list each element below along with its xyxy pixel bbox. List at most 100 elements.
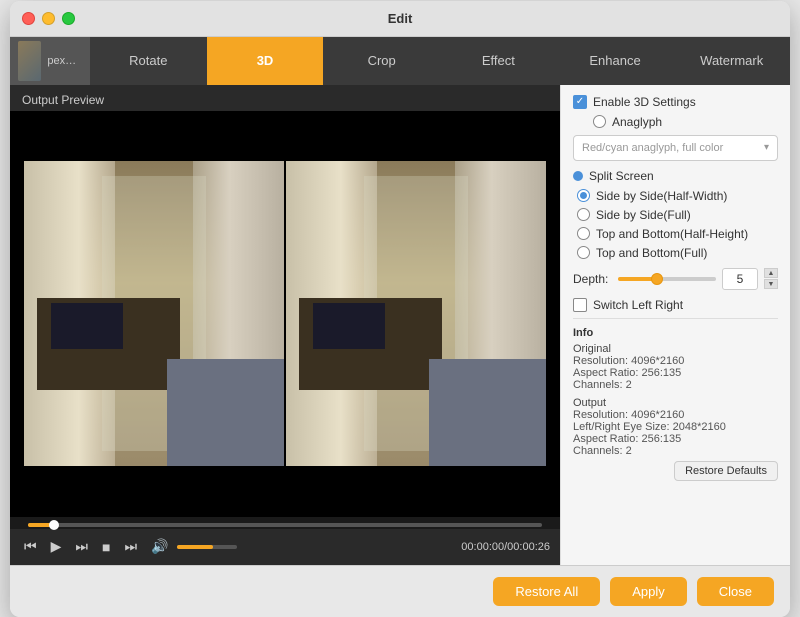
sofa-2 [429, 359, 546, 466]
tab-watermark[interactable]: Watermark [673, 37, 790, 85]
content-area: Output Preview [10, 85, 790, 565]
output-channels-line: Channels: 2 [573, 445, 778, 457]
volume-slider[interactable] [177, 545, 237, 549]
tab-rotate[interactable]: Rotate [90, 37, 207, 85]
video-area[interactable] [10, 111, 560, 517]
progress-thumb [49, 520, 59, 530]
close-window-button[interactable] [22, 12, 35, 25]
switch-left-right-label: Switch Left Right [593, 298, 683, 312]
radio-side-half-label: Side by Side(Half-Width) [596, 189, 727, 203]
output-resolution-line: Resolution: 4096*2160 [573, 409, 778, 421]
info-title: Info [573, 327, 778, 339]
output-eye-size-line: Left/Right Eye Size: 2048*2160 [573, 421, 778, 433]
tab-enhance[interactable]: Enhance [557, 37, 674, 85]
output-sub-label: Output [573, 397, 778, 409]
output-aspect-line: Aspect Ratio: 256:135 [573, 433, 778, 445]
tv-screen-2 [313, 303, 385, 349]
stop-button[interactable]: ■ [98, 537, 114, 557]
controls-bar: ⏮ ▶ ⏭ ■ ⏭ 🔊 00:00:00/00:00:26 [10, 529, 560, 565]
switch-left-right-row: Switch Left Right [573, 298, 778, 312]
radio-side-half[interactable] [577, 189, 590, 202]
sofa [167, 359, 284, 466]
tab-effect[interactable]: Effect [440, 37, 557, 85]
apply-button[interactable]: Apply [610, 577, 687, 606]
depth-value-display[interactable]: 5 [722, 268, 758, 290]
progress-bar[interactable] [28, 523, 542, 527]
main-window: Edit pexels-cot... Rotate 3D Crop Effect… [10, 1, 790, 617]
info-section: Info Original Resolution: 4096*2160 Aspe… [573, 327, 778, 457]
restore-all-button[interactable]: Restore All [493, 577, 600, 606]
settings-panel: Enable 3D Settings Anaglyph Red/cyan ana… [560, 85, 790, 565]
tv-screen [51, 303, 123, 349]
maximize-window-button[interactable] [62, 12, 75, 25]
window-title: Edit [388, 11, 413, 26]
minimize-window-button[interactable] [42, 12, 55, 25]
titlebar: Edit [10, 1, 790, 37]
depth-increment-button[interactable]: ▲ [764, 268, 778, 278]
anaglyph-dropdown-value: Red/cyan anaglyph, full color [582, 142, 723, 154]
room-scene-left [24, 161, 284, 466]
original-resolution-line: Resolution: 4096*2160 [573, 355, 778, 367]
radio-top-half[interactable] [577, 227, 590, 240]
original-sub-label: Original [573, 343, 778, 355]
radio-top-full-label: Top and Bottom(Full) [596, 246, 707, 260]
skip-end-button[interactable]: ⏭ [120, 536, 141, 557]
split-screen-section: Split Screen Side by Side(Half-Width) Si… [573, 169, 778, 260]
close-button[interactable]: Close [697, 577, 774, 606]
depth-slider-thumb [651, 273, 663, 285]
original-channels-line: Channels: 2 [573, 379, 778, 391]
tab-3d[interactable]: 3D [207, 37, 324, 85]
bottom-bar: Restore All Apply Close [10, 565, 790, 617]
toolbar: pexels-cot... Rotate 3D Crop Effect Enha… [10, 37, 790, 85]
section-divider-1 [573, 318, 778, 319]
option-top-bottom-half: Top and Bottom(Half-Height) [573, 227, 778, 241]
time-display: 00:00:00/00:00:26 [461, 541, 550, 553]
volume-area: 🔊 [147, 536, 236, 557]
enable-3d-label: Enable 3D Settings [593, 95, 696, 109]
tab-bar: Rotate 3D Crop Effect Enhance Watermark [90, 37, 790, 85]
output-preview-label: Output Preview [10, 85, 560, 111]
depth-slider[interactable] [618, 277, 716, 281]
depth-stepper: ▲ ▼ [764, 268, 778, 289]
preview-panel: Output Preview [10, 85, 560, 565]
file-thumbnail: pexels-cot... [10, 37, 90, 85]
depth-row: Depth: 5 ▲ ▼ [573, 268, 778, 290]
anaglyph-radio[interactable] [593, 115, 606, 128]
anaglyph-dropdown[interactable]: Red/cyan anaglyph, full color ▾ [573, 135, 778, 161]
enable-3d-row: Enable 3D Settings [573, 95, 778, 109]
original-aspect-line: Aspect Ratio: 256:135 [573, 367, 778, 379]
split-screen-header: Split Screen [573, 169, 778, 183]
anaglyph-row: Anaglyph [573, 115, 778, 129]
play-button[interactable]: ▶ [47, 536, 66, 557]
step-forward-button[interactable]: ⏭ [71, 536, 92, 557]
skip-start-button[interactable]: ⏮ [20, 536, 41, 557]
split-screen-indicator [573, 171, 583, 181]
dropdown-arrow-icon: ▾ [764, 142, 769, 153]
restore-defaults-button[interactable]: Restore Defaults [674, 461, 778, 481]
tv-unit-2 [299, 298, 442, 389]
thumbnail-image [18, 41, 41, 81]
split-screen-label: Split Screen [589, 169, 654, 183]
switch-left-right-checkbox[interactable] [573, 298, 587, 312]
split-screen-preview [24, 161, 547, 466]
tv-unit [37, 298, 180, 389]
radio-side-full-label: Side by Side(Full) [596, 208, 691, 222]
option-side-by-side-half: Side by Side(Half-Width) [573, 189, 778, 203]
split-frame-right [286, 161, 546, 466]
radio-top-half-label: Top and Bottom(Half-Height) [596, 227, 748, 241]
option-side-by-side-full: Side by Side(Full) [573, 208, 778, 222]
file-name-label: pexels-cot... [47, 55, 82, 67]
option-top-bottom-full: Top and Bottom(Full) [573, 246, 778, 260]
radio-side-full[interactable] [577, 208, 590, 221]
anaglyph-label: Anaglyph [612, 115, 662, 129]
room-scene-right [286, 161, 546, 466]
volume-icon[interactable]: 🔊 [147, 536, 172, 557]
volume-fill [177, 545, 213, 549]
tab-crop[interactable]: Crop [323, 37, 440, 85]
traffic-lights [22, 12, 75, 25]
enable-3d-checkbox[interactable] [573, 95, 587, 109]
depth-decrement-button[interactable]: ▼ [764, 279, 778, 289]
depth-label: Depth: [573, 272, 608, 286]
split-frame-left [24, 161, 284, 466]
radio-top-full[interactable] [577, 246, 590, 259]
